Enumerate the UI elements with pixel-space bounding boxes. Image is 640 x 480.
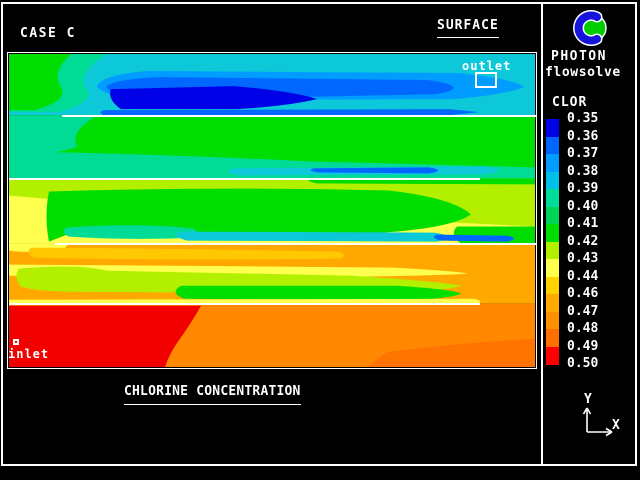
legend-swatch xyxy=(546,137,559,155)
baffle-line-3 xyxy=(55,243,537,245)
legend-swatch xyxy=(546,172,559,190)
axis-x-label: X xyxy=(612,418,620,433)
inlet-label: inlet xyxy=(8,347,49,361)
legend-value: 0.42 xyxy=(567,235,598,249)
legend-swatch xyxy=(546,294,559,312)
legend-value: 0.49 xyxy=(567,340,598,354)
legend-value: 0.46 xyxy=(567,287,598,301)
photon-logo-icon xyxy=(570,9,608,47)
legend-swatch xyxy=(546,259,559,277)
surface-label-text: SURFACE xyxy=(437,18,499,38)
legend-swatch xyxy=(546,189,559,207)
baffle-line-4 xyxy=(9,303,480,305)
legend-value: 0.39 xyxy=(567,182,598,196)
legend-value: 0.35 xyxy=(567,112,598,126)
case-title: CASE C xyxy=(20,26,76,41)
sidebar-divider xyxy=(541,2,543,466)
legend-value: 0.41 xyxy=(567,217,598,231)
legend-swatch xyxy=(546,119,559,137)
legend-swatch xyxy=(546,242,559,260)
legend-swatch xyxy=(546,312,559,330)
photon-screen: { "header": { "case_label": "CASE C", "s… xyxy=(0,0,640,480)
plot-caption: CHLORINE CONCENTRATION xyxy=(124,384,301,399)
app-subtitle: flowsolve xyxy=(545,65,621,80)
app-name: PHOTON xyxy=(551,49,607,64)
legend-value: 0.48 xyxy=(567,322,598,336)
legend-swatch xyxy=(546,329,559,347)
legend-value: 0.43 xyxy=(567,252,598,266)
axis-arrows-icon xyxy=(576,404,616,440)
legend-swatch xyxy=(546,207,559,225)
legend-value: 0.36 xyxy=(567,130,598,144)
legend-value: 0.40 xyxy=(567,200,598,214)
baffle-line-2 xyxy=(9,178,480,180)
outlet-marker xyxy=(475,72,497,88)
legend-value: 0.38 xyxy=(567,165,598,179)
legend-value: 0.50 xyxy=(567,357,598,371)
inlet-marker xyxy=(13,339,19,345)
legend-swatch xyxy=(546,154,559,172)
plot-caption-text: CHLORINE CONCENTRATION xyxy=(124,384,301,405)
legend-value: 0.44 xyxy=(567,270,598,284)
legend-colorbar: 0.350.360.370.380.390.400.410.420.430.44… xyxy=(546,119,636,371)
legend-swatch xyxy=(546,277,559,295)
legend-value: 0.37 xyxy=(567,147,598,161)
contour-plot[interactable] xyxy=(9,54,535,367)
channel-3-contours xyxy=(9,178,535,243)
baffle-line-1 xyxy=(62,115,537,117)
legend-swatch xyxy=(546,224,559,242)
legend-swatch xyxy=(546,347,559,365)
legend-value: 0.47 xyxy=(567,305,598,319)
surface-label: SURFACE xyxy=(437,18,499,33)
legend-title: CLOR xyxy=(552,95,587,110)
outlet-label: outlet xyxy=(462,59,511,73)
